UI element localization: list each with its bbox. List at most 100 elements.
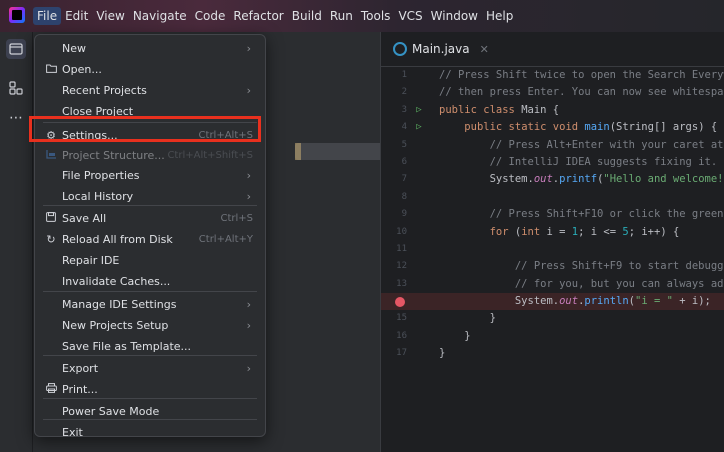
menu-item-close-project[interactable]: Close Project xyxy=(35,101,265,122)
menu-run[interactable]: Run xyxy=(329,9,354,23)
code-text: // Press Shift twice to open the Search … xyxy=(439,67,724,84)
menu-item-label: Save All xyxy=(62,212,107,225)
code-area[interactable]: 1 // Press Shift twice to open the Search… xyxy=(381,67,724,363)
chevron-right-icon: › xyxy=(246,319,251,332)
run-gutter-icon[interactable]: ▷ xyxy=(412,102,426,119)
code-line[interactable]: 15 } xyxy=(381,310,724,327)
menu-code[interactable]: Code xyxy=(194,9,227,23)
print-icon xyxy=(44,383,58,396)
code-line[interactable]: 14 System.out.println("i = " + i); xyxy=(381,293,724,311)
menu-item-local-history[interactable]: Local History › xyxy=(35,186,265,207)
menu-item-exit[interactable]: Exit xyxy=(35,422,265,443)
main-menu-bar: File Edit View Navigate Code Refactor Bu… xyxy=(33,0,520,32)
line-number: 13 xyxy=(396,278,407,289)
code-line[interactable]: 1 // Press Shift twice to open the Search… xyxy=(381,67,724,84)
code-token: for xyxy=(489,225,515,238)
code-text: for (int i = 1; i <= 5; i++) { xyxy=(439,224,680,241)
code-line[interactable]: 4 ▷ public static void main(String[] args… xyxy=(381,119,724,136)
menu-item-file-properties[interactable]: File Properties › xyxy=(35,165,265,186)
menu-refactor[interactable]: Refactor xyxy=(232,9,284,23)
menu-item-repair-ide[interactable]: Repair IDE xyxy=(35,250,265,271)
menu-item-label: Recent Projects xyxy=(62,84,147,97)
line-number: 6 xyxy=(401,156,407,167)
code-line[interactable]: 16 } xyxy=(381,328,724,345)
code-token: int xyxy=(521,225,547,238)
menu-item-reload-all-from-disk[interactable]: ↻ Reload All from Disk Ctrl+Alt+Y xyxy=(35,229,265,250)
menu-item-invalidate-caches[interactable]: Invalidate Caches... xyxy=(35,271,265,292)
menu-item-label: New Projects Setup xyxy=(62,319,169,332)
line-number: 9 xyxy=(401,209,407,220)
code-text: public class Main { xyxy=(439,102,559,119)
code-token: public class xyxy=(439,103,522,116)
menu-item-export[interactable]: Export › xyxy=(35,358,265,379)
code-text: } xyxy=(439,345,445,362)
menu-item-power-save-mode[interactable]: Power Save Mode xyxy=(35,401,265,422)
code-line[interactable]: 12 // Press Shift+F9 to start debuggin xyxy=(381,258,724,275)
menu-edit[interactable]: Edit xyxy=(64,9,89,23)
menu-item-open[interactable]: Open... xyxy=(35,59,265,80)
code-editor[interactable]: Main.java ✕ 1 // Press Shift twice to ope… xyxy=(380,32,724,452)
code-line[interactable]: 2 // then press Enter. You can now see wh… xyxy=(381,84,724,101)
run-gutter-icon[interactable]: ▷ xyxy=(412,119,426,136)
code-line[interactable]: 13 // for you, but you can always add xyxy=(381,276,724,293)
chevron-right-icon: › xyxy=(246,84,251,97)
menu-item-new[interactable]: New › xyxy=(35,38,265,59)
line-number: 3 xyxy=(401,104,407,115)
close-icon[interactable]: ✕ xyxy=(480,43,489,56)
menu-item-print[interactable]: Print... xyxy=(35,379,265,400)
gear-icon: ⚙ xyxy=(46,129,56,142)
menu-item-save-file-as-template[interactable]: Save File as Template... xyxy=(35,336,265,357)
menu-navigate[interactable]: Navigate xyxy=(132,9,188,23)
menu-item-project-structure[interactable]: Project Structure... Ctrl+Alt+Shift+S xyxy=(35,145,265,166)
menu-item-label: Power Save Mode xyxy=(62,405,160,418)
menu-item-label: Local History xyxy=(62,190,134,203)
reload-icon: ↻ xyxy=(46,233,56,246)
code-token: System. xyxy=(439,173,534,186)
tool-window-strip: ⋯ xyxy=(0,32,33,452)
line-number: 5 xyxy=(401,139,407,150)
menu-item-new-projects-setup[interactable]: New Projects Setup › xyxy=(35,315,265,336)
chevron-right-icon: › xyxy=(246,42,251,55)
menu-item-label: Print... xyxy=(62,383,98,396)
breakpoint-icon[interactable] xyxy=(395,297,405,308)
code-line[interactable]: 5 // Press Alt+Enter with your caret at … xyxy=(381,137,724,154)
menu-build[interactable]: Build xyxy=(291,9,323,23)
code-line[interactable]: 7 System.out.printf("Hello and welcome!"… xyxy=(381,171,724,188)
code-line[interactable]: 9 // Press Shift+F10 or click the green … xyxy=(381,206,724,223)
code-line[interactable]: 17} xyxy=(381,345,724,362)
menu-item-manage-ide-settings[interactable]: Manage IDE Settings › xyxy=(35,294,265,315)
menu-item-label: Close Project xyxy=(62,105,134,118)
code-token: Main { xyxy=(521,103,560,116)
more-icon[interactable]: ⋯ xyxy=(6,108,26,128)
code-line[interactable]: 11 xyxy=(381,241,724,258)
menu-help[interactable]: Help xyxy=(485,9,514,23)
code-token: (String[] args) { xyxy=(609,121,718,134)
structure-icon[interactable] xyxy=(6,78,26,98)
menu-item-recent-projects[interactable]: Recent Projects › xyxy=(35,80,265,101)
app-logo-icon[interactable] xyxy=(9,7,25,23)
menu-shortcut: Ctrl+S xyxy=(220,213,253,224)
editor-tab-main-java[interactable]: Main.java xyxy=(412,42,470,56)
menu-file[interactable]: File xyxy=(33,7,62,25)
menu-vcs[interactable]: VCS xyxy=(397,9,423,23)
code-token: System. xyxy=(439,295,560,308)
code-token: } xyxy=(439,347,446,360)
code-token: // Press Alt+Enter with your caret at t xyxy=(489,138,724,151)
code-line[interactable]: 3 ▷ public class Main { xyxy=(381,102,724,119)
code-line[interactable]: 6 // IntelliJ IDEA suggests fixing it. xyxy=(381,154,724,171)
code-line[interactable]: 10 for (int i = 1; i <= 5; i++) { xyxy=(381,224,724,241)
menu-tools[interactable]: Tools xyxy=(360,9,392,23)
project-icon[interactable] xyxy=(6,39,26,59)
menu-item-save-all[interactable]: Save All Ctrl+S xyxy=(35,208,265,229)
code-line[interactable]: 8 xyxy=(381,189,724,206)
menu-item-settings[interactable]: ⚙ Settings... Ctrl+Alt+S xyxy=(35,125,265,146)
menu-window[interactable]: Window xyxy=(430,9,479,23)
code-token: // Press Shift twice to open the Search … xyxy=(439,69,724,81)
save-icon xyxy=(44,212,58,225)
line-number: 16 xyxy=(396,330,407,341)
menu-view[interactable]: View xyxy=(95,9,125,23)
chevron-right-icon: › xyxy=(246,298,251,311)
